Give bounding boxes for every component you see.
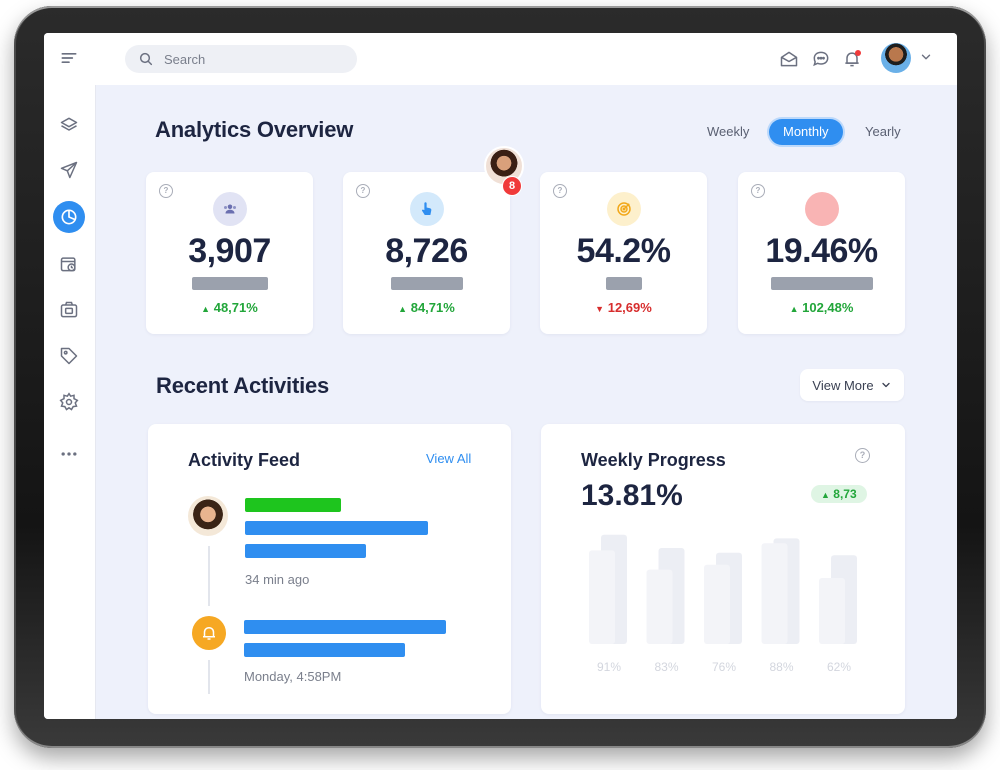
stat-card[interactable]: ? 3,907 ▲ 48,71%: [146, 172, 313, 334]
search-bar[interactable]: [125, 45, 357, 73]
tag-icon[interactable]: [54, 341, 84, 371]
user-avatar[interactable]: [881, 43, 911, 73]
weekly-progress-value: 13.81%: [581, 479, 683, 512]
stat-placeholder-bar: [605, 277, 642, 290]
tab-monthly[interactable]: Monthly: [769, 119, 843, 145]
progress-bar-label: 76%: [712, 660, 736, 674]
stat-placeholder-bar: [770, 277, 873, 290]
notification-dot: [855, 50, 861, 56]
circle-icon: [804, 192, 839, 226]
stat-value: 3,907: [188, 232, 271, 270]
pointer-icon: [409, 192, 444, 226]
change-badge: ▲ 8,73: [811, 485, 867, 503]
panel-title: Activity Feed: [188, 450, 301, 470]
more-icon[interactable]: [54, 439, 84, 469]
progress-bar: [761, 543, 788, 644]
timeline-line: [208, 660, 210, 694]
feed-placeholder-bar: [245, 498, 341, 512]
target-icon: [606, 192, 641, 226]
view-all-link[interactable]: View All: [426, 451, 471, 466]
gear-icon[interactable]: [54, 387, 84, 417]
weekly-progress-chart: 91% 83% 76% 88% 62%: [589, 534, 857, 674]
feed-placeholder-bar: [245, 521, 428, 535]
stat-value: 19.46%: [765, 232, 878, 270]
up-arrow-icon: ▲: [821, 490, 830, 500]
feed-placeholder-bar: [244, 643, 405, 657]
layers-icon[interactable]: [54, 110, 84, 140]
progress-bar: [646, 569, 673, 644]
weekly-progress-panel: Weekly Progress ? 13.81% ▲ 8,73 91% 83% 76…: [541, 424, 905, 714]
tab-weekly[interactable]: Weekly: [707, 119, 749, 145]
stat-change-value: 12,69%: [607, 300, 652, 315]
chevron-down-icon: [881, 382, 890, 388]
mail-icon[interactable]: [779, 49, 799, 69]
topbar: [95, 33, 957, 85]
send-icon[interactable]: [54, 155, 84, 185]
stat-value: 8,726: [385, 232, 468, 270]
progress-bar: [819, 578, 845, 644]
stat-change-value: 102,48%: [802, 300, 854, 315]
help-icon[interactable]: ?: [751, 184, 765, 198]
feed-placeholder-bar: [245, 544, 366, 558]
timeline-line: [208, 546, 210, 606]
stat-value: 54.2%: [576, 232, 671, 270]
view-more-button[interactable]: View More: [800, 369, 904, 401]
help-icon[interactable]: ?: [855, 448, 870, 463]
feed-timestamp: 34 min ago: [245, 572, 310, 587]
progress-bar-label: 91%: [597, 660, 621, 674]
bell-icon: [192, 616, 226, 650]
page-title: Analytics Overview: [155, 117, 354, 142]
feed-placeholder-bar: [244, 620, 446, 634]
help-icon[interactable]: ?: [553, 184, 567, 198]
progress-bar: [704, 564, 730, 644]
sidebar: [44, 33, 96, 719]
progress-bar-label: 83%: [654, 660, 678, 674]
stat-card[interactable]: ? 54.2% ▼ 12,69%: [540, 172, 707, 334]
panel-title: Weekly Progress: [581, 450, 726, 470]
down-arrow-icon: ▼: [595, 304, 605, 314]
search-input[interactable]: [162, 50, 346, 68]
menu-icon[interactable]: [54, 43, 84, 73]
stat-change: ▲ 84,71%: [343, 300, 510, 315]
dashboard-screen: Analytics Overview Weekly Monthly Yearly…: [44, 33, 957, 719]
stat-placeholder-bar: [390, 277, 463, 290]
avatar: [188, 496, 228, 536]
users-icon: [212, 192, 247, 226]
search-icon: [139, 52, 153, 66]
view-more-label: View More: [812, 377, 874, 393]
up-arrow-icon: ▲: [201, 304, 211, 314]
notification-count-badge: 8: [502, 176, 522, 196]
camera-icon[interactable]: [54, 295, 84, 325]
progress-bar-label: 62%: [827, 660, 851, 674]
help-icon[interactable]: ?: [159, 184, 173, 198]
chat-icon[interactable]: [811, 49, 831, 69]
change-value: 8,73: [833, 487, 857, 501]
stat-card[interactable]: ? 8,726 ▲ 84,71%: [343, 172, 510, 334]
up-arrow-icon: ▲: [789, 304, 799, 314]
chevron-down-icon[interactable]: [919, 50, 933, 64]
stat-card[interactable]: ? 19.46% ▲ 102,48%: [738, 172, 905, 334]
bell-icon[interactable]: [842, 49, 862, 69]
calendar-clock-icon[interactable]: [54, 249, 84, 279]
stat-change: ▼ 12,69%: [540, 300, 707, 315]
tab-yearly[interactable]: Yearly: [865, 119, 901, 145]
up-arrow-icon: ▲: [398, 304, 408, 314]
stat-change: ▲ 102,48%: [738, 300, 905, 315]
stat-change-value: 84,71%: [410, 300, 455, 315]
stat-placeholder-bar: [191, 277, 268, 290]
pie-chart-icon[interactable]: [53, 201, 85, 233]
stat-change: ▲ 48,71%: [146, 300, 313, 315]
feed-timestamp: Monday, 4:58PM: [244, 669, 342, 684]
progress-bar: [589, 550, 615, 644]
progress-bar-label: 88%: [769, 660, 793, 674]
stat-change-value: 48,71%: [213, 300, 258, 315]
activity-feed-panel: Activity Feed View All 34 min ago Monday…: [148, 424, 511, 714]
section-title: Recent Activities: [156, 373, 330, 398]
help-icon[interactable]: ?: [356, 184, 370, 198]
